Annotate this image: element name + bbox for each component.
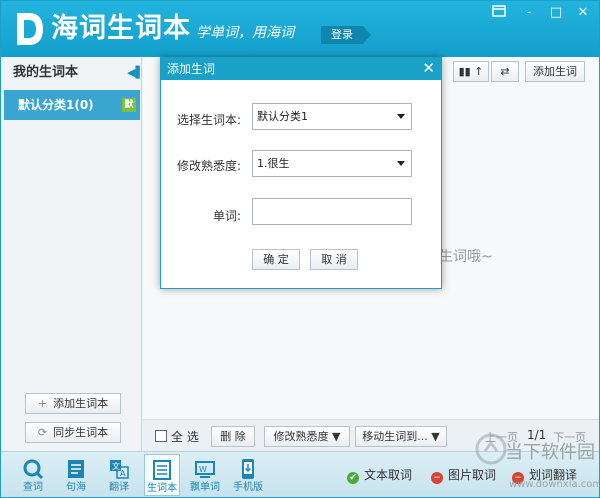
- empty-tip: 生词哦~: [439, 249, 493, 265]
- skin-icon[interactable]: [489, 5, 509, 21]
- header: 海词生词本 学单词，用海词 登录 - □ ✕: [1, 1, 599, 57]
- minus-icon: −: [431, 472, 443, 484]
- add-word-dialog: 添加生词 ✕ 选择生词本: 默认分类1 修改熟悉度: 1.很生 单词: 确 定 …: [160, 57, 442, 289]
- dialog-title: 添加生词 ✕: [161, 58, 441, 80]
- svg-text:文: 文: [112, 461, 120, 471]
- add-vocab-book-button[interactable]: + 添加生词本: [25, 393, 121, 414]
- dropdown-arrow-icon: [397, 114, 405, 119]
- mobile-icon: [242, 459, 254, 479]
- logo-d-icon: [17, 13, 43, 45]
- floating-word-icon: W: [195, 461, 215, 478]
- nav-floating-word[interactable]: W 飘单词: [187, 454, 223, 496]
- sentence-icon: [68, 460, 84, 478]
- login-button[interactable]: 登录: [321, 26, 371, 44]
- familiarity-label: 修改熟悉度:: [176, 159, 241, 173]
- category-label: 默认分类1(0): [18, 98, 94, 112]
- default-badge: 默: [122, 98, 136, 112]
- app-window: 海词生词本 学单词，用海词 登录 - □ ✕ 我的生词本 ◀▌ 默认分类1(0)…: [0, 0, 600, 498]
- word-input[interactable]: [252, 198, 412, 225]
- nav-sentence[interactable]: 句海: [58, 454, 94, 496]
- vocab-book-label: 选择生词本:: [176, 113, 241, 127]
- plus-icon: +: [37, 397, 48, 410]
- brand-title: 海词生词本: [51, 13, 191, 44]
- translate-icon: 文A: [110, 460, 129, 479]
- dropdown-arrow-icon: ▼: [431, 430, 440, 443]
- collapse-sidebar-icon[interactable]: ◀▌: [127, 66, 144, 79]
- svg-text:W: W: [199, 465, 207, 474]
- nav-vocab-book[interactable]: 生词本: [144, 454, 180, 496]
- sidebar: 我的生词本 ◀▌ 默认分类1(0) 默 + 添加生词本 ⟳ 同步生词本: [1, 57, 144, 451]
- nav-translate[interactable]: 文A 翻译: [101, 454, 137, 496]
- vocab-book-icon: [153, 460, 171, 480]
- select-all-checkbox[interactable]: [155, 430, 167, 442]
- svg-text:A: A: [120, 469, 126, 478]
- move-to-dropdown[interactable]: 移动生词到... ▼: [355, 426, 447, 447]
- familiarity-select[interactable]: 1.很生: [252, 150, 412, 177]
- word-label: 单词:: [212, 209, 241, 223]
- confirm-button[interactable]: 确 定: [252, 249, 300, 270]
- watermark-text: 当下软件园: [505, 442, 595, 463]
- dropdown-arrow-icon: ▼: [332, 430, 341, 443]
- delete-button[interactable]: 删 除: [211, 426, 255, 447]
- shuffle-icon[interactable]: ⇄: [491, 61, 519, 82]
- text-capture-toggle[interactable]: ✔ 文本取词: [347, 467, 412, 484]
- slogan: 学单词，用海词: [196, 25, 294, 41]
- sidebar-title: 我的生词本: [13, 65, 79, 80]
- dropdown-arrow-icon: [397, 161, 405, 166]
- check-icon: ✔: [347, 472, 359, 484]
- sidebar-item-default-category[interactable]: 默认分类1(0) 默: [4, 90, 140, 120]
- select-all-label[interactable]: 全 选: [171, 428, 199, 445]
- nav-lookup[interactable]: 查词: [15, 454, 51, 496]
- minimize-button[interactable]: -: [519, 5, 539, 21]
- close-button[interactable]: ✕: [573, 5, 593, 21]
- close-icon[interactable]: ✕: [422, 58, 435, 78]
- sync-vocab-book-button[interactable]: ⟳ 同步生词本: [25, 422, 121, 443]
- change-familiarity-dropdown[interactable]: 修改熟悉度 ▼: [264, 426, 350, 447]
- add-word-button[interactable]: 添加生词: [525, 61, 585, 82]
- maximize-button[interactable]: □: [546, 5, 566, 21]
- sort-icon[interactable]: ▮▮ ↑: [453, 61, 489, 82]
- vocab-book-select[interactable]: 默认分类1: [252, 103, 412, 130]
- nav-mobile[interactable]: 手机版: [230, 454, 266, 496]
- cancel-button[interactable]: 取 消: [310, 249, 358, 270]
- sync-icon: ⟳: [37, 426, 48, 439]
- lookup-icon: [23, 459, 44, 480]
- watermark-url: www.downxia.com: [509, 479, 600, 490]
